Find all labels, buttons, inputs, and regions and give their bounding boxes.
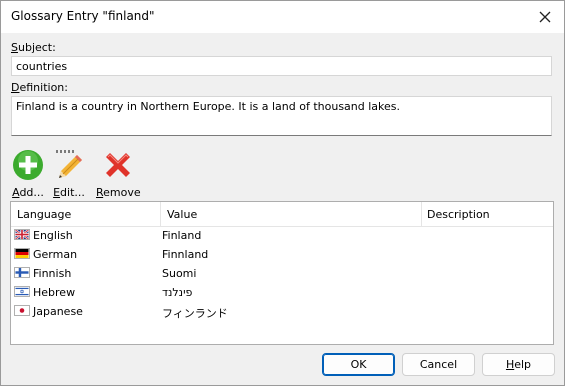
table-row[interactable]: Hebrew פינלנד	[11, 283, 553, 302]
window-title: Glossary Entry "finland"	[11, 9, 155, 23]
remove-label: Remove	[96, 186, 141, 199]
value-cell: Suomi	[162, 267, 197, 280]
column-header-value[interactable]: Value	[167, 208, 197, 221]
japan-flag-icon	[14, 305, 30, 316]
edit-button[interactable]: Edit...	[53, 149, 85, 199]
red-x-remove-icon	[106, 153, 131, 177]
israel-flag-icon	[14, 286, 30, 297]
table-row[interactable]: Japanese フィンランド	[11, 302, 553, 321]
edit-label: Edit...	[53, 186, 85, 199]
help-button[interactable]: Help	[482, 353, 555, 376]
definition-label: Definition:	[11, 81, 68, 94]
value-cell: Finnland	[162, 248, 209, 261]
uk-flag-icon	[14, 229, 30, 240]
definition-input[interactable]: Finland is a country in Northern Europe.…	[11, 96, 552, 136]
table-row[interactable]: German Finnland	[11, 245, 553, 264]
add-icon	[13, 150, 43, 180]
table-row[interactable]: English Finland	[11, 226, 553, 245]
language-cell: Finnish	[33, 267, 72, 280]
title-bar: Glossary Entry "finland"	[1, 1, 564, 33]
value-cell: Finland	[162, 229, 202, 242]
add-button[interactable]: Add...	[12, 149, 44, 199]
pencil-edit-icon	[56, 150, 82, 178]
column-header-description[interactable]: Description	[427, 208, 490, 221]
remove-button[interactable]: Remove	[96, 149, 141, 199]
translations-table[interactable]: Language Value Description English Finla…	[10, 201, 554, 345]
add-label: Add...	[12, 186, 44, 199]
language-cell: Japanese	[33, 305, 83, 318]
value-cell: פינלנד	[162, 286, 193, 299]
cancel-button[interactable]: Cancel	[402, 353, 475, 376]
finland-flag-icon	[14, 267, 30, 278]
close-icon	[539, 11, 551, 23]
germany-flag-icon	[14, 248, 30, 259]
language-cell: German	[33, 248, 78, 261]
language-cell: Hebrew	[33, 286, 76, 299]
column-header-language[interactable]: Language	[17, 208, 71, 221]
table-row[interactable]: Finnish Suomi	[11, 264, 553, 283]
subject-label: Subject:	[11, 41, 56, 54]
ok-button[interactable]: OK	[322, 353, 395, 376]
glossary-entry-dialog: Glossary Entry "finland" Subject: countr…	[0, 0, 565, 386]
close-button[interactable]	[530, 3, 560, 31]
value-cell: フィンランド	[162, 307, 228, 320]
subject-input[interactable]: countries	[11, 56, 552, 76]
language-cell: English	[33, 229, 73, 242]
table-header: Language Value Description	[11, 202, 553, 227]
